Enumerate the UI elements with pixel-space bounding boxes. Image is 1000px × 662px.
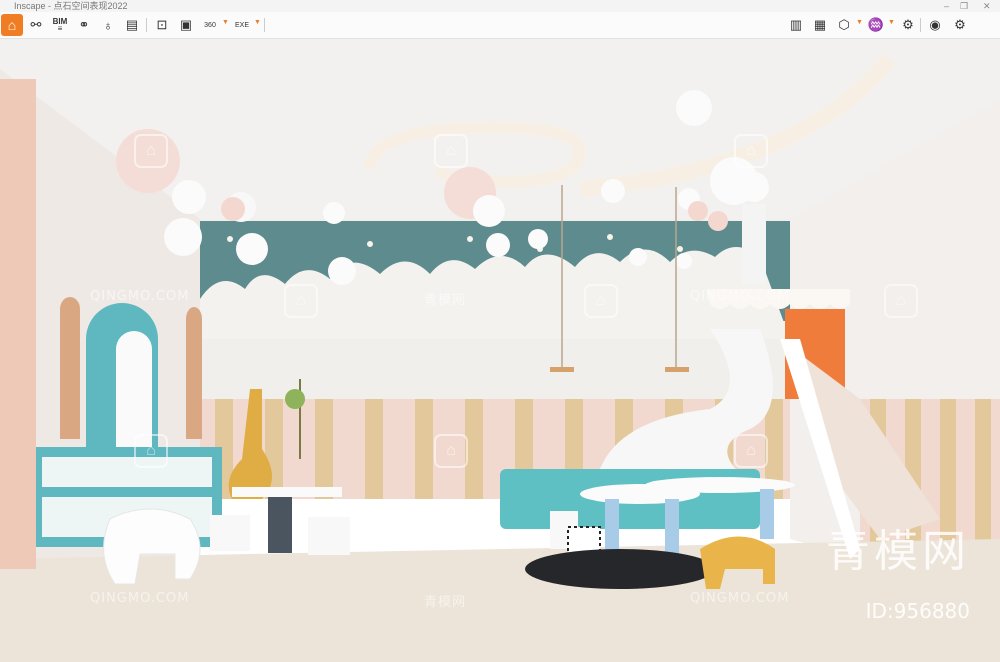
render-360-label: 360 (204, 21, 216, 29)
watermark-logo-icon: ⌂ (734, 134, 768, 168)
round-rug (525, 549, 715, 589)
toolbar-separator (920, 18, 921, 32)
watermark-text: 青模网 (424, 293, 467, 308)
watermark-logo-icon: ⌂ (734, 434, 768, 468)
brand-watermark: 青模网 (826, 526, 970, 577)
cube-icon[interactable]: ⬡ (834, 15, 854, 35)
ice-cream-icon[interactable]: ♁ (98, 15, 118, 35)
gear-icon[interactable]: ⚙ (950, 15, 970, 35)
clapper-icon[interactable]: ▤ (122, 15, 142, 35)
main-toolbar: ⌂ ⚯ BIM ≡ ⚭ ♁ ▤ ⊡ ▣ 360 ▼ EXE ▼ ▥ ▦ ⬡ ▼ ♒… (0, 12, 1000, 39)
plant (285, 389, 305, 409)
watermark-text: QINGMO.COM (690, 289, 790, 304)
watermark-logo-icon: ⌂ (134, 134, 168, 168)
material-icon[interactable]: ♒ (866, 15, 886, 35)
eye-icon[interactable]: ◉ (925, 15, 945, 35)
chevron-down-icon[interactable]: ▼ (888, 19, 895, 26)
watermark-logo-icon: ⌂ (434, 134, 468, 168)
left-table (232, 487, 342, 497)
window-title: Inscape - 点石空间表现2022 (14, 1, 128, 11)
toolbar-separator (146, 18, 147, 32)
watermark-text: QINGMO.COM (690, 591, 790, 606)
bim-icon[interactable]: BIM ≡ (50, 15, 70, 35)
close-button[interactable]: ✕ (983, 0, 991, 12)
exe-export-icon[interactable]: EXE (232, 15, 252, 35)
left-column (0, 79, 36, 569)
stool (210, 515, 250, 551)
watermark-logo-icon: ⌂ (584, 284, 618, 318)
watermark-text: QINGMO.COM (90, 591, 190, 606)
maximize-button[interactable]: ❐ (960, 0, 968, 12)
exe-label: EXE (234, 21, 249, 29)
chevron-down-icon[interactable]: ▼ (856, 19, 863, 26)
home-icon[interactable]: ⌂ (1, 14, 23, 36)
batch-render-icon[interactable]: ▣ (176, 15, 196, 35)
binoculars-icon[interactable]: ⚭ (74, 15, 94, 35)
watermark-text: QINGMO.COM (90, 289, 190, 304)
chevron-down-icon[interactable]: ▼ (222, 19, 229, 26)
watermark-logo-icon: ⌂ (134, 434, 168, 468)
render-360-icon[interactable]: 360 (200, 15, 220, 35)
arch-window (186, 307, 202, 439)
presentation-icon[interactable]: ▦ (810, 15, 830, 35)
nodes-icon[interactable]: ⚯ (26, 15, 46, 35)
map-icon[interactable]: ▥ (786, 15, 806, 35)
watermark-text: 青模网 (424, 595, 467, 610)
slide-pole (742, 204, 766, 284)
arch-window (60, 297, 80, 439)
image-id-label: ID:956880 (865, 599, 970, 623)
settings-panel-icon[interactable]: ⚙ (898, 15, 918, 35)
render-viewport[interactable]: QINGMO.COM 青模网 QINGMO.COM QINGMO.COM 青模网… (0, 39, 1000, 662)
stool (308, 517, 350, 555)
chevron-down-icon[interactable]: ▼ (254, 19, 261, 26)
export-image-icon[interactable]: ⊡ (152, 15, 172, 35)
toolbar-separator (264, 18, 265, 32)
watermark-logo-icon: ⌂ (284, 284, 318, 318)
watermark-logo-icon: ⌂ (884, 284, 918, 318)
minimize-button[interactable]: – (944, 0, 949, 12)
title-bar: Inscape - 点石空间表现2022 – ❐ ✕ (0, 0, 1000, 12)
watermark-logo-icon: ⌂ (434, 434, 468, 468)
